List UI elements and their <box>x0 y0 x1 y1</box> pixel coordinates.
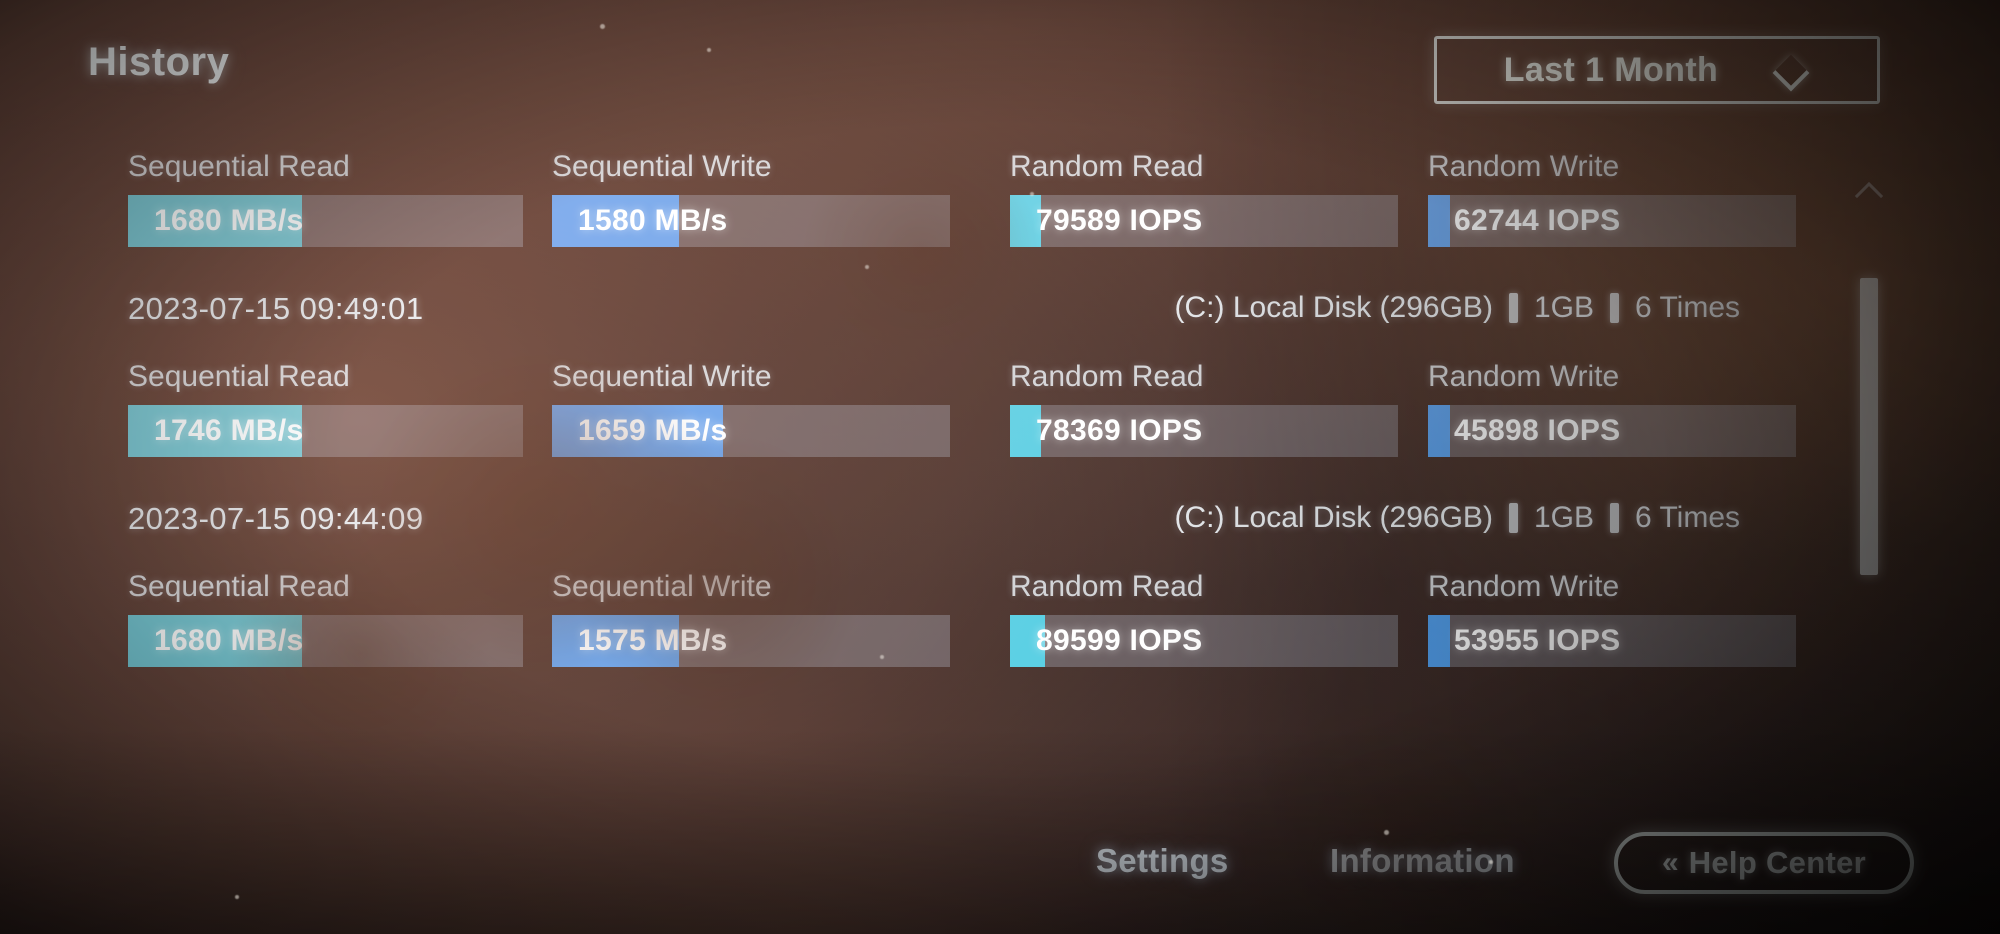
chevron-down-icon <box>1774 60 1810 80</box>
metric-bar: 1680 MB/s <box>128 615 523 667</box>
metric-label: Random Write <box>1428 570 1620 603</box>
metric-label: Sequential Write <box>552 570 772 603</box>
scrollbar-thumb[interactable] <box>1860 277 1878 576</box>
metric-value: 1746 MB/s <box>154 414 304 447</box>
history-entry[interactable]: Sequential Read 1746 MB/s Sequential Write… <box>0 360 1900 570</box>
metric-label: Sequential Read <box>128 150 350 183</box>
metric-random-read: Random Read 78369 IOPS <box>1010 360 1398 457</box>
entry-meta-row: 2023-07-15 09:49:01 (C:) Local Disk (296G… <box>0 275 1900 360</box>
entry-meta-details: (C:) Local Disk (296GB) 1GB 6 Times <box>1175 501 1740 535</box>
metric-value: 62744 IOPS <box>1454 204 1621 237</box>
metric-sequential-write: Sequential Write 1659 MB/s <box>552 360 950 457</box>
double-chevron-left-icon: « <box>1662 846 1679 879</box>
history-list[interactable]: Sequential Read 1680 MB/s Sequential Write… <box>0 150 1900 790</box>
metric-bar: 1680 MB/s <box>128 195 523 247</box>
separator-bar-icon <box>1508 293 1518 323</box>
entry-meta-row: 2023-07-15 09:44:09 (C:) Local Disk (296G… <box>0 485 1900 570</box>
settings-link[interactable]: Settings <box>1096 842 1229 880</box>
metric-value: 1680 MB/s <box>154 624 304 657</box>
metric-label: Sequential Write <box>552 150 772 183</box>
metric-value: 1575 MB/s <box>578 624 728 657</box>
metric-sequential-read: Sequential Read 1680 MB/s <box>128 570 523 667</box>
period-range-dropdown[interactable]: Last 1 Month <box>1434 36 1880 104</box>
page-title: History <box>88 40 230 84</box>
help-center-label: Help Center <box>1688 845 1866 880</box>
entry-test-size: 1GB <box>1533 291 1594 324</box>
separator-bar-icon <box>1609 503 1619 533</box>
footer: Settings Information « Help Center <box>0 800 2000 934</box>
entry-test-count: 6 Times <box>1634 501 1740 534</box>
entry-test-count: 6 Times <box>1634 291 1740 324</box>
entry-disk-name: (C:) Local Disk (296GB) <box>1174 501 1493 534</box>
entry-disk-name: (C:) Local Disk (296GB) <box>1174 291 1493 324</box>
metric-label: Random Read <box>1010 150 1204 183</box>
metric-bar: 78369 IOPS <box>1010 405 1398 457</box>
metric-sequential-read: Sequential Read 1746 MB/s <box>128 360 523 457</box>
metric-sequential-write: Sequential Write 1580 MB/s <box>552 150 950 247</box>
history-entry[interactable]: Sequential Read 1680 MB/s Sequential Write… <box>0 570 1900 695</box>
history-entry[interactable]: Sequential Read 1680 MB/s Sequential Write… <box>0 150 1900 360</box>
metric-bar-fill <box>1428 615 1451 667</box>
metric-value: 53955 IOPS <box>1454 624 1621 657</box>
header: History Last 1 Month <box>0 0 2000 150</box>
metric-sequential-write: Sequential Write 1575 MB/s <box>552 570 950 667</box>
metric-bar: 1746 MB/s <box>128 405 523 457</box>
entry-timestamp: 2023-07-15 09:44:09 <box>128 501 424 536</box>
metric-bar: 79589 IOPS <box>1010 195 1398 247</box>
metric-label: Random Read <box>1010 570 1204 603</box>
metrics-row: Sequential Read 1746 MB/s Sequential Write… <box>0 360 1900 485</box>
metric-label: Random Write <box>1428 360 1620 393</box>
help-center-button[interactable]: « Help Center <box>1614 832 1914 894</box>
metric-bar: 45898 IOPS <box>1428 405 1796 457</box>
metric-bar: 89599 IOPS <box>1010 615 1398 667</box>
metric-label: Random Read <box>1010 360 1204 393</box>
screen-photo: History Last 1 Month Sequential Read 1680… <box>0 0 2000 934</box>
metrics-row: Sequential Read 1680 MB/s Sequential Write… <box>0 150 1900 275</box>
metric-random-write: Random Write 45898 IOPS <box>1428 360 1796 457</box>
metric-value: 1580 MB/s <box>578 204 728 237</box>
metric-value: 78369 IOPS <box>1036 414 1203 447</box>
entry-test-size: 1GB <box>1533 501 1594 534</box>
metric-random-write: Random Write 53955 IOPS <box>1428 570 1796 667</box>
metric-value: 45898 IOPS <box>1454 414 1621 447</box>
metric-random-write: Random Write 62744 IOPS <box>1428 150 1796 247</box>
metric-value: 79589 IOPS <box>1036 204 1203 237</box>
metric-bar: 1575 MB/s <box>552 615 950 667</box>
metric-bar: 1580 MB/s <box>552 195 950 247</box>
metric-sequential-read: Sequential Read 1680 MB/s <box>128 150 523 247</box>
separator-bar-icon <box>1508 503 1518 533</box>
separator-bar-icon <box>1609 293 1619 323</box>
entry-meta-details: (C:) Local Disk (296GB) 1GB 6 Times <box>1175 291 1740 325</box>
information-link[interactable]: Information <box>1330 842 1515 880</box>
metric-random-read: Random Read 79589 IOPS <box>1010 150 1398 247</box>
metric-label: Sequential Read <box>128 360 350 393</box>
metric-label: Sequential Read <box>128 570 350 603</box>
metric-value: 1680 MB/s <box>154 204 304 237</box>
chevron-up-icon[interactable] <box>1856 182 1882 198</box>
metric-label: Sequential Write <box>552 360 772 393</box>
scrollbar[interactable] <box>1852 160 1886 780</box>
period-range-value: Last 1 Month <box>1503 50 1719 89</box>
metric-bar: 62744 IOPS <box>1428 195 1796 247</box>
metric-random-read: Random Read 89599 IOPS <box>1010 570 1398 667</box>
metric-bar: 53955 IOPS <box>1428 615 1796 667</box>
app-screen: History Last 1 Month Sequential Read 1680… <box>0 0 2000 934</box>
metric-bar-fill <box>1428 405 1451 457</box>
metric-value: 89599 IOPS <box>1036 624 1203 657</box>
entry-timestamp: 2023-07-15 09:49:01 <box>128 291 424 326</box>
metric-label: Random Write <box>1428 150 1620 183</box>
metric-value: 1659 MB/s <box>578 414 728 447</box>
metric-bar: 1659 MB/s <box>552 405 950 457</box>
metrics-row: Sequential Read 1680 MB/s Sequential Write… <box>0 570 1900 695</box>
metric-bar-fill <box>1428 195 1451 247</box>
